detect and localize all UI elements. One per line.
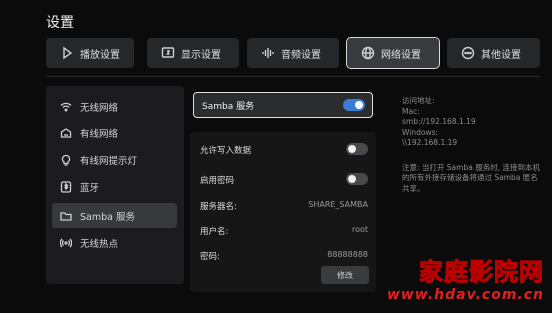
divider bbox=[46, 76, 540, 77]
page-title: 设置 bbox=[46, 15, 74, 31]
folder-icon bbox=[60, 211, 72, 221]
hotspot-icon bbox=[60, 238, 72, 247]
sidebar-item-ethernet[interactable]: 有线网络 bbox=[52, 120, 177, 145]
sidebar-item-label: 无线热点 bbox=[80, 238, 119, 250]
windows-address: \\192.168.1.19 bbox=[402, 138, 458, 147]
sidebar-item-indicator-light[interactable]: 有线网提示灯 bbox=[52, 147, 177, 172]
password-value: 88888888 bbox=[327, 250, 368, 259]
settings-tabs: 播放设置 显示设置 音频设置 网络设置 其他设置 bbox=[46, 37, 540, 69]
mac-label: Mac: bbox=[402, 106, 420, 116]
watermark-url: www.hdav.com.cn bbox=[386, 287, 544, 303]
mac-address: smb://192.168.1.19 bbox=[402, 117, 476, 126]
access-heading: 访问地址: bbox=[402, 96, 435, 105]
tab-audio[interactable]: 音频设置 bbox=[247, 38, 339, 68]
samba-settings-panel: 允许写入数据 启用密码 服务器名: SHARE_SAMBA 用户名: root … bbox=[190, 132, 376, 292]
samba-service-row[interactable]: Samba 服务 bbox=[193, 92, 373, 118]
bulb-icon bbox=[61, 154, 71, 166]
allow-write-toggle[interactable] bbox=[346, 143, 368, 155]
sidebar-item-wifi[interactable]: 无线网络 bbox=[52, 94, 177, 119]
sidebar-item-hotspot[interactable]: 无线热点 bbox=[52, 230, 177, 255]
tab-label: 播放设置 bbox=[80, 49, 120, 61]
tab-playback[interactable]: 播放设置 bbox=[46, 38, 134, 68]
bluetooth-icon bbox=[60, 180, 72, 193]
enable-password-label: 启用密码 bbox=[200, 176, 235, 186]
audio-icon bbox=[261, 46, 275, 60]
sidebar-item-label: Samba 服务 bbox=[80, 211, 135, 223]
tab-display[interactable]: 显示设置 bbox=[147, 38, 239, 68]
tab-label: 音频设置 bbox=[281, 49, 321, 61]
password-row: 密码: 88888888 bbox=[200, 250, 368, 262]
tab-network[interactable]: 网络设置 bbox=[346, 37, 440, 69]
sidebar-item-label: 无线网络 bbox=[80, 102, 119, 114]
samba-toggle[interactable] bbox=[343, 99, 365, 111]
globe-icon bbox=[361, 46, 375, 60]
tab-label: 其他设置 bbox=[481, 49, 521, 61]
username-label: 用户名: bbox=[200, 227, 229, 237]
allow-write-row[interactable]: 允许写入数据 bbox=[200, 143, 368, 156]
display-icon bbox=[161, 46, 175, 60]
access-info: 访问地址: Mac: smb://192.168.1.19 Windows: \… bbox=[402, 96, 542, 194]
tab-label: 网络设置 bbox=[381, 49, 421, 61]
enable-password-toggle[interactable] bbox=[346, 173, 368, 185]
enable-password-row[interactable]: 启用密码 bbox=[200, 173, 368, 186]
sidebar-item-label: 有线网络 bbox=[80, 128, 119, 140]
play-icon bbox=[60, 46, 74, 60]
sidebar-item-label: 有线网提示灯 bbox=[80, 155, 138, 167]
edit-button[interactable]: 修改 bbox=[321, 266, 369, 284]
tab-other[interactable]: 其他设置 bbox=[447, 38, 540, 68]
sidebar-item-bluetooth[interactable]: 蓝牙 bbox=[52, 174, 177, 199]
more-icon bbox=[461, 46, 475, 60]
sidebar-item-samba[interactable]: Samba 服务 bbox=[52, 203, 177, 228]
watermark-title: 家庭影院网 bbox=[418, 258, 544, 287]
tab-label: 显示设置 bbox=[181, 49, 221, 61]
server-name-label: 服务器名: bbox=[200, 202, 237, 212]
username-value: root bbox=[351, 225, 368, 234]
ethernet-icon bbox=[60, 127, 72, 138]
sidebar-item-label: 蓝牙 bbox=[80, 182, 100, 194]
windows-label: Windows: bbox=[402, 127, 439, 137]
sidebar: 无线网络 有线网络 有线网提示灯 蓝牙 Samba 服务 无线热点 bbox=[46, 86, 184, 284]
site-watermark: 家庭影院网 www.hdav.com.cn bbox=[386, 252, 544, 304]
wifi-icon bbox=[60, 102, 72, 111]
server-name-row: 服务器名: SHARE_SAMBA bbox=[200, 200, 368, 212]
samba-service-label: Samba 服务 bbox=[202, 101, 255, 112]
samba-note: 注意: 当打开 Samba 服务时, 连接到本机的所有外接存储设备将通过 Sam… bbox=[402, 162, 540, 193]
server-name-value: SHARE_SAMBA bbox=[308, 200, 368, 209]
username-row: 用户名: root bbox=[200, 225, 368, 237]
password-label: 密码: bbox=[200, 252, 220, 262]
allow-write-label: 允许写入数据 bbox=[200, 146, 252, 156]
